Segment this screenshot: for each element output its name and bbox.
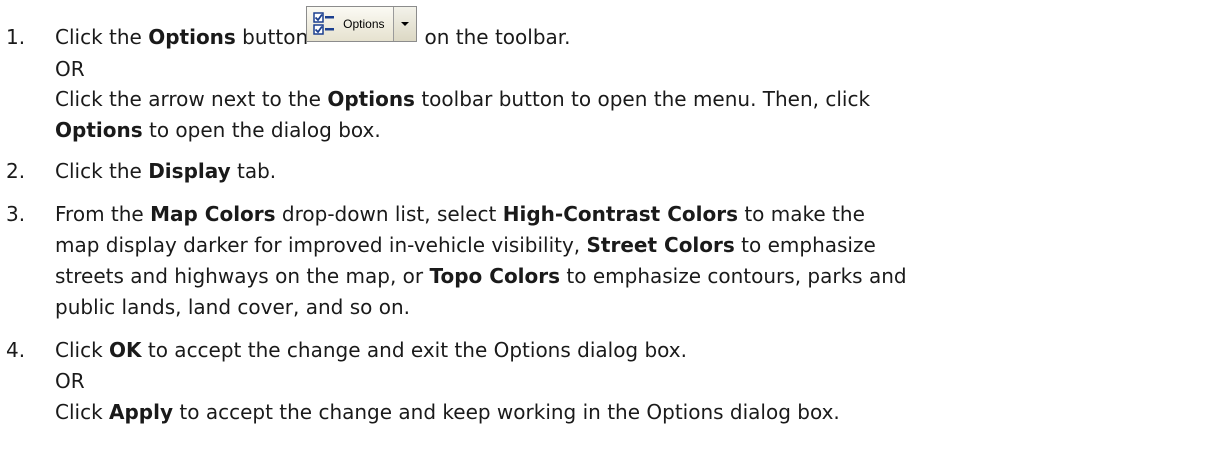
step-1-alt-cont: Options to open the dialog box. bbox=[55, 115, 1214, 146]
step-number: 4. bbox=[6, 338, 26, 362]
step-text: streets and highways on the map, or bbox=[55, 264, 430, 288]
step-text: public lands, land cover, and so on. bbox=[55, 295, 410, 319]
step-2: 2. Click the Display tab. bbox=[0, 156, 1214, 187]
step-text: From the bbox=[55, 202, 151, 226]
or-separator: OR bbox=[55, 369, 85, 393]
step-text: on the toolbar. bbox=[424, 25, 571, 49]
step-text: tab. bbox=[230, 159, 277, 183]
step-text: Click the bbox=[55, 25, 149, 49]
step-text: to emphasize contours, parks and bbox=[560, 264, 907, 288]
step-3: 3. From the Map Colors drop-down list, s… bbox=[0, 199, 1214, 323]
step-text: map display darker for improved in-vehic… bbox=[55, 233, 587, 257]
step-text: to emphasize bbox=[734, 233, 876, 257]
step-bold: Options bbox=[327, 87, 415, 111]
step-text: Click the arrow next to the bbox=[55, 87, 328, 111]
step-4: 4. Click OK to accept the change and exi… bbox=[0, 335, 1214, 428]
step-text: Click bbox=[55, 400, 110, 424]
step-bold: Apply bbox=[109, 400, 174, 424]
options-button-label: Options bbox=[343, 16, 385, 31]
step-bold: OK bbox=[109, 338, 142, 362]
options-toolbar-button: Options bbox=[306, 6, 417, 42]
step-text: button bbox=[235, 25, 309, 49]
step-number: 1. bbox=[6, 25, 26, 49]
instruction-steps: 1. Click the Options button Options on t… bbox=[0, 2, 1214, 428]
step-text: drop-down list, select bbox=[275, 202, 503, 226]
step-bold: Map Colors bbox=[150, 202, 276, 226]
step-1: 1. Click the Options button Options on t… bbox=[0, 2, 1214, 146]
step-text: Click bbox=[55, 338, 110, 362]
or-separator: OR bbox=[55, 57, 85, 81]
step-text: toolbar button to open the menu. Then, c… bbox=[414, 87, 871, 111]
options-button-main: Options bbox=[307, 7, 394, 41]
step-bold: Display bbox=[148, 159, 231, 183]
step-text: Click the bbox=[55, 159, 149, 183]
options-checklist-icon bbox=[313, 12, 335, 35]
step-text: to make the bbox=[737, 202, 865, 226]
step-text: to open the dialog box. bbox=[142, 118, 381, 142]
step-bold: Options bbox=[55, 118, 143, 142]
step-bold: Topo Colors bbox=[429, 264, 561, 288]
step-number: 2. bbox=[6, 159, 26, 183]
step-bold: Street Colors bbox=[586, 233, 735, 257]
step-number: 3. bbox=[6, 202, 26, 226]
options-toolbar-button-image: Options bbox=[306, 6, 417, 42]
step-1-line: Click the Options button Options on the … bbox=[55, 2, 1214, 54]
step-bold: Options bbox=[148, 25, 236, 49]
step-text: to accept the change and exit the Option… bbox=[141, 338, 687, 362]
step-bold: High-Contrast Colors bbox=[502, 202, 738, 226]
step-text: to accept the change and keep working in… bbox=[173, 400, 840, 424]
dropdown-arrow-icon bbox=[393, 7, 416, 41]
step-1-alt: Click the arrow next to the Options tool… bbox=[55, 84, 1214, 115]
